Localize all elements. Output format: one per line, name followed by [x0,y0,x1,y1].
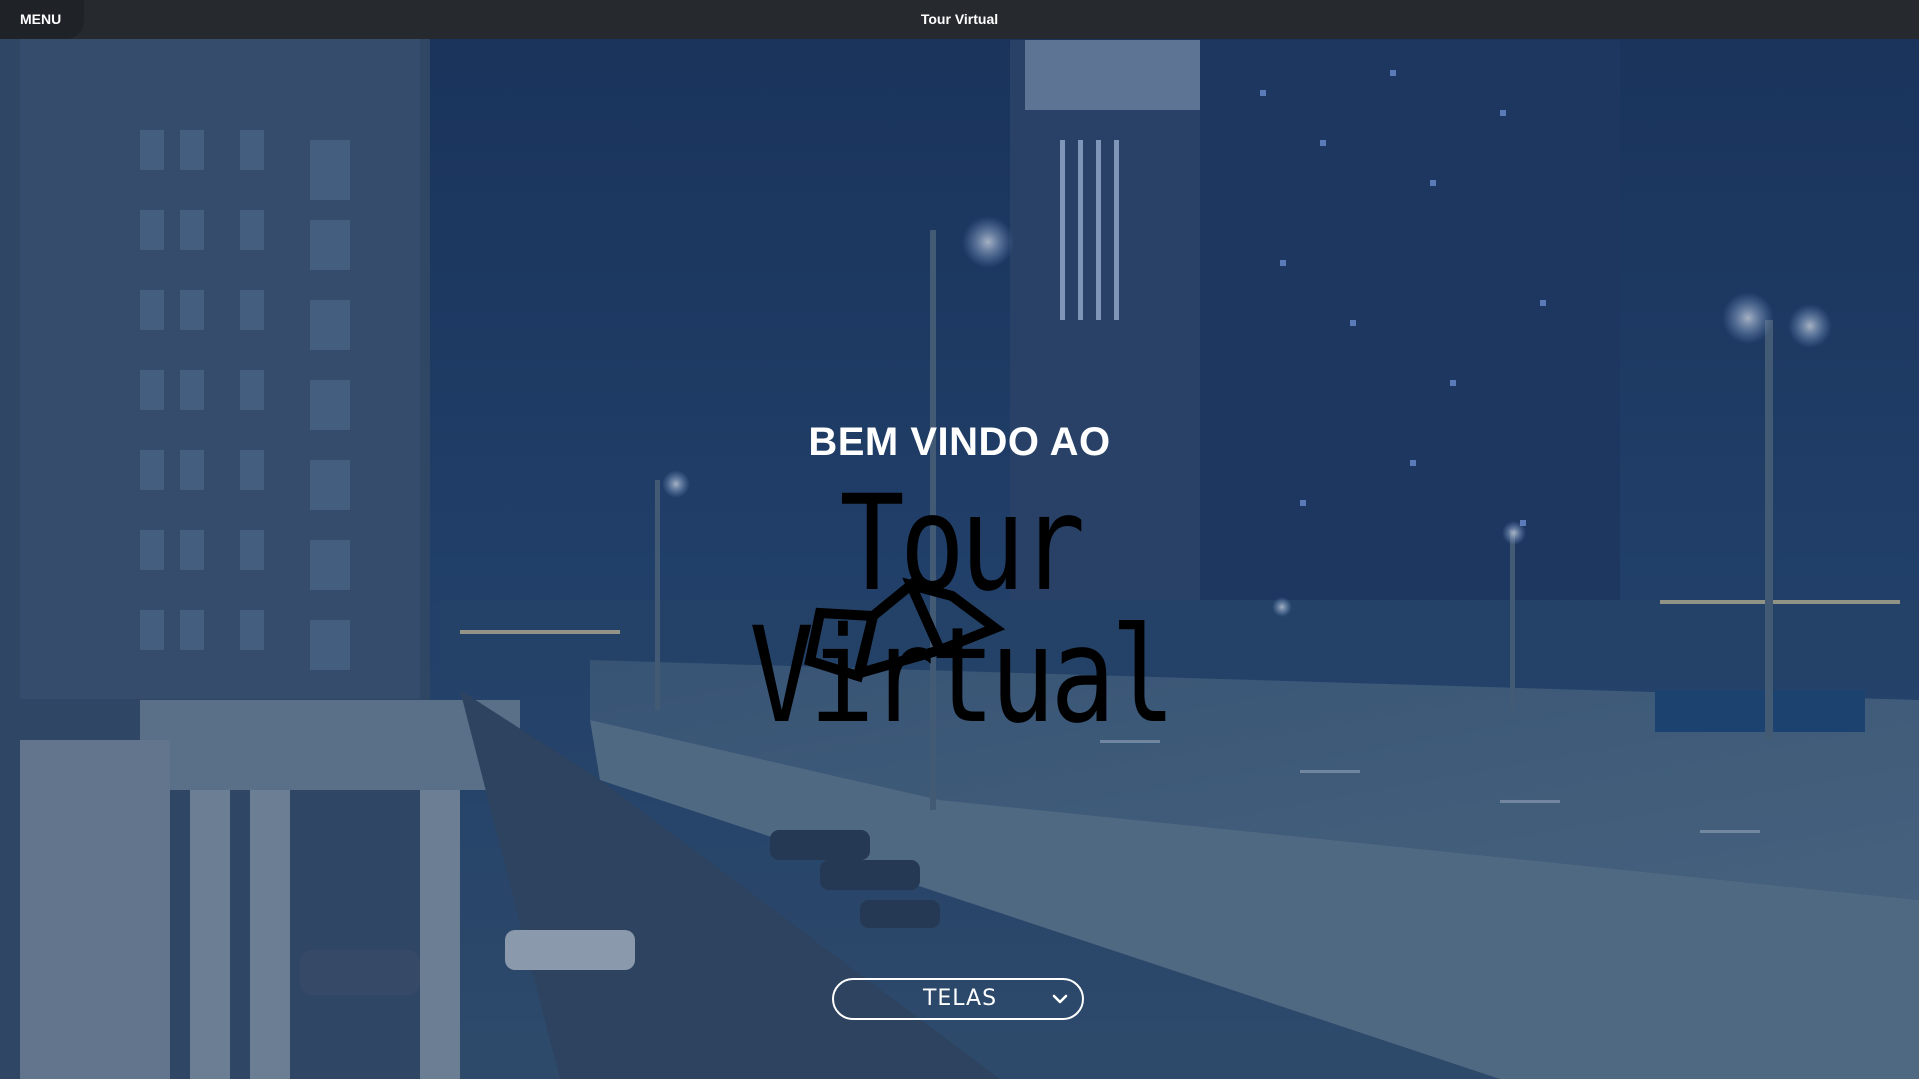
top-bar: Tour Virtual MENU [0,0,1919,39]
chevron-down-icon [1052,994,1068,1004]
logo-fold-icon [804,576,1006,683]
screens-dropdown[interactable]: TELAS [832,978,1084,1020]
app-title: Tour Virtual [920,11,999,27]
welcome-heading: BEM VINDO AO [808,420,1111,464]
page: Tour Virtual MENU BEM VINDO AO Tour Virt… [0,0,1919,1079]
screens-dropdown-value: TELAS [922,986,998,1011]
menu-button[interactable]: MENU [0,0,84,39]
tour-virtual-logo: Tour Virtual [690,478,1230,742]
